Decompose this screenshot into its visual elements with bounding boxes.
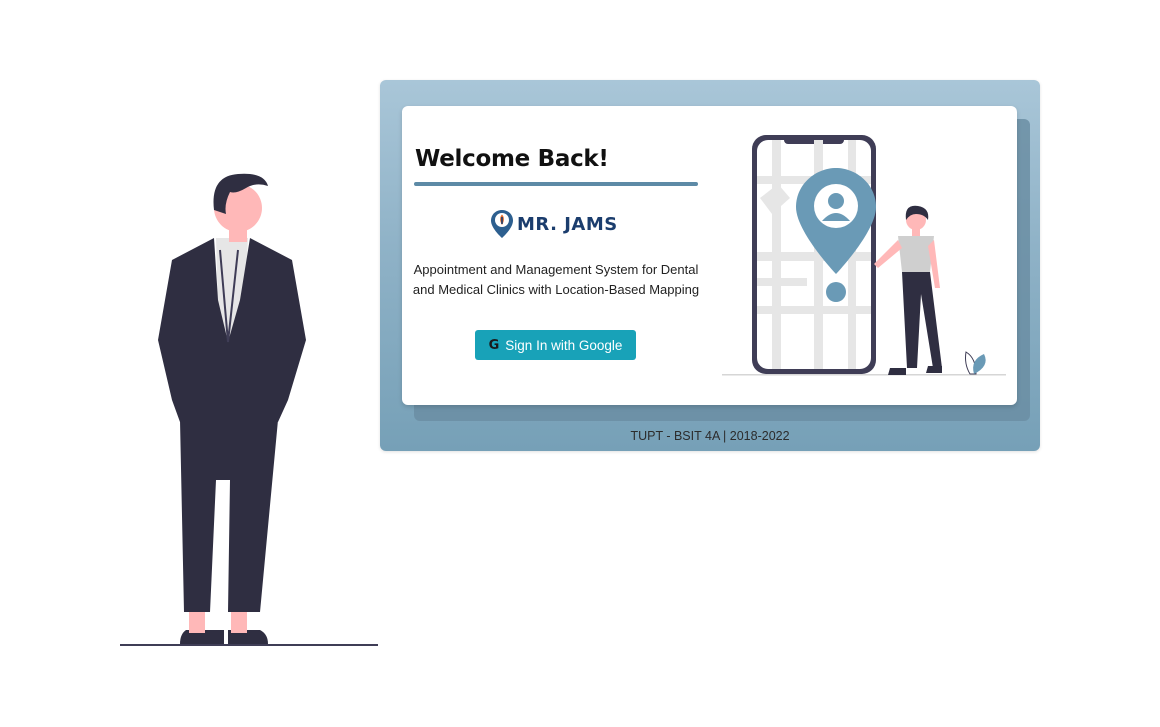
standing-man-illustration: [120, 173, 378, 646]
title-underline: [414, 182, 698, 186]
map-pin-logo-icon: [491, 210, 513, 238]
footer-credit: TUPT - BSIT 4A | 2018-2022: [630, 429, 790, 443]
sign-in-label: Sign In with Google: [505, 337, 623, 353]
system-description: Appointment and Management System for De…: [412, 262, 700, 297]
sign-in-with-google-button[interactable]: G Sign In with Google: [475, 330, 636, 360]
login-page: Welcome Back! MR. JAMS Appointment and M…: [0, 0, 1160, 727]
google-g-icon: G: [488, 337, 500, 353]
brand-logo: MR. JAMS: [490, 208, 618, 240]
brand-name: MR. JAMS: [517, 213, 618, 235]
phone-location-illustration: [722, 135, 1006, 376]
page-title: Welcome Back!: [415, 146, 609, 172]
login-card: Welcome Back! MR. JAMS Appointment and M…: [402, 106, 1017, 405]
